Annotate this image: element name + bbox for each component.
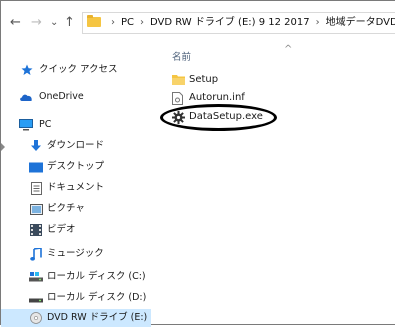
sidebar-item-local-disk-c[interactable]: ローカル ディスク (C:) [1, 268, 151, 286]
gear-icon [172, 111, 185, 131]
folder-icon [172, 74, 185, 92]
sidebar-item-onedrive[interactable]: OneDrive [1, 88, 151, 106]
cloud-icon [19, 91, 33, 103]
sidebar-item-label: ローカル ディスク (C:) [47, 271, 146, 282]
music-icon [29, 247, 43, 261]
settings-file-icon [172, 92, 183, 112]
breadcrumb-separator: › [140, 17, 145, 28]
star-icon [20, 64, 34, 76]
sidebar-item-label: PC [39, 119, 52, 130]
breadcrumb-pc[interactable]: PC [121, 17, 134, 28]
file-name: DataSetup.exe [189, 111, 263, 122]
file-name: Setup [189, 74, 219, 85]
file-name: Autorun.inf [189, 92, 245, 103]
file-list: ^ 名前 Setup Autorun.inf DataSetup.exe [151, 45, 395, 326]
dvd-drive-icon [29, 312, 43, 324]
sidebar-item-quick-access[interactable]: クイック アクセス [1, 61, 151, 79]
sidebar-item-desktop[interactable]: デスクトップ [1, 158, 151, 176]
sidebar-item-label: ドキュメント [47, 182, 105, 193]
sidebar-item-label: クイック アクセス [39, 64, 118, 75]
sidebar-item-local-disk-d[interactable]: ローカル ディスク (D:) [1, 289, 151, 307]
sidebar-item-label: ダウンロード [47, 140, 105, 151]
breadcrumb-dvd-drive[interactable]: DVD RW ドライブ (E:) 9 12 2017 [150, 17, 310, 28]
document-icon [29, 181, 43, 195]
sidebar-item-downloads[interactable]: ダウンロード [1, 137, 151, 155]
sidebar-item-label: デスクトップ [47, 161, 105, 172]
sidebar-item-label: ミュージック [47, 248, 104, 259]
recent-locations-icon[interactable]: ⌄ [50, 15, 58, 31]
video-icon [29, 224, 43, 236]
pictures-icon [29, 203, 43, 215]
breadcrumb-separator: › [111, 17, 115, 28]
sidebar-item-music[interactable]: ミュージック [1, 245, 151, 263]
address-bar[interactable]: › PC › DVD RW ドライブ (E:) 9 12 2017 › 地域データDVD [82, 12, 395, 34]
sidebar-item-label: ビデオ [47, 224, 76, 235]
back-arrow-icon[interactable]: ← [10, 15, 21, 31]
sidebar-item-videos[interactable]: ビデオ [1, 221, 151, 239]
breadcrumb-separator: › [315, 17, 320, 28]
folder-icon [87, 15, 101, 27]
sidebar-item-label: ピクチャ [47, 203, 85, 214]
navigation-bar: ← → ⌄ ↑ › PC › DVD RW ドライブ (E:) 9 12 2017 › 地… [1, 1, 395, 45]
sidebar-item-label: DVD RW ドライブ (E:) [47, 312, 148, 323]
sidebar-item-dvd-drive[interactable]: DVD RW ドライブ (E:) [1, 309, 151, 327]
navigation-pane: クイック アクセス OneDrive PC ダウンロード デスクトップ ドキュメ… [1, 45, 151, 327]
forward-arrow-icon[interactable]: → [31, 15, 42, 31]
sidebar-item-documents[interactable]: ドキュメント [1, 179, 151, 197]
sidebar-item-pc[interactable]: PC [1, 116, 151, 134]
desktop-icon [29, 161, 43, 173]
sidebar-item-pictures[interactable]: ピクチャ [1, 200, 151, 218]
column-header-name[interactable]: 名前 [172, 49, 191, 63]
download-icon [29, 140, 43, 152]
sidebar-item-label: OneDrive [39, 91, 84, 102]
breadcrumb-current-folder[interactable]: 地域データDVD [326, 17, 395, 28]
local-disk-icon [29, 271, 43, 283]
up-arrow-icon[interactable]: ↑ [64, 15, 75, 31]
explorer-window: ← → ⌄ ↑ › PC › DVD RW ドライブ (E:) 9 12 2017 › 地… [0, 0, 395, 327]
pc-icon [19, 119, 33, 131]
sidebar-item-label: ローカル ディスク (D:) [47, 292, 147, 303]
sort-ascending-icon: ^ [284, 44, 293, 55]
local-disk-icon [29, 292, 43, 304]
